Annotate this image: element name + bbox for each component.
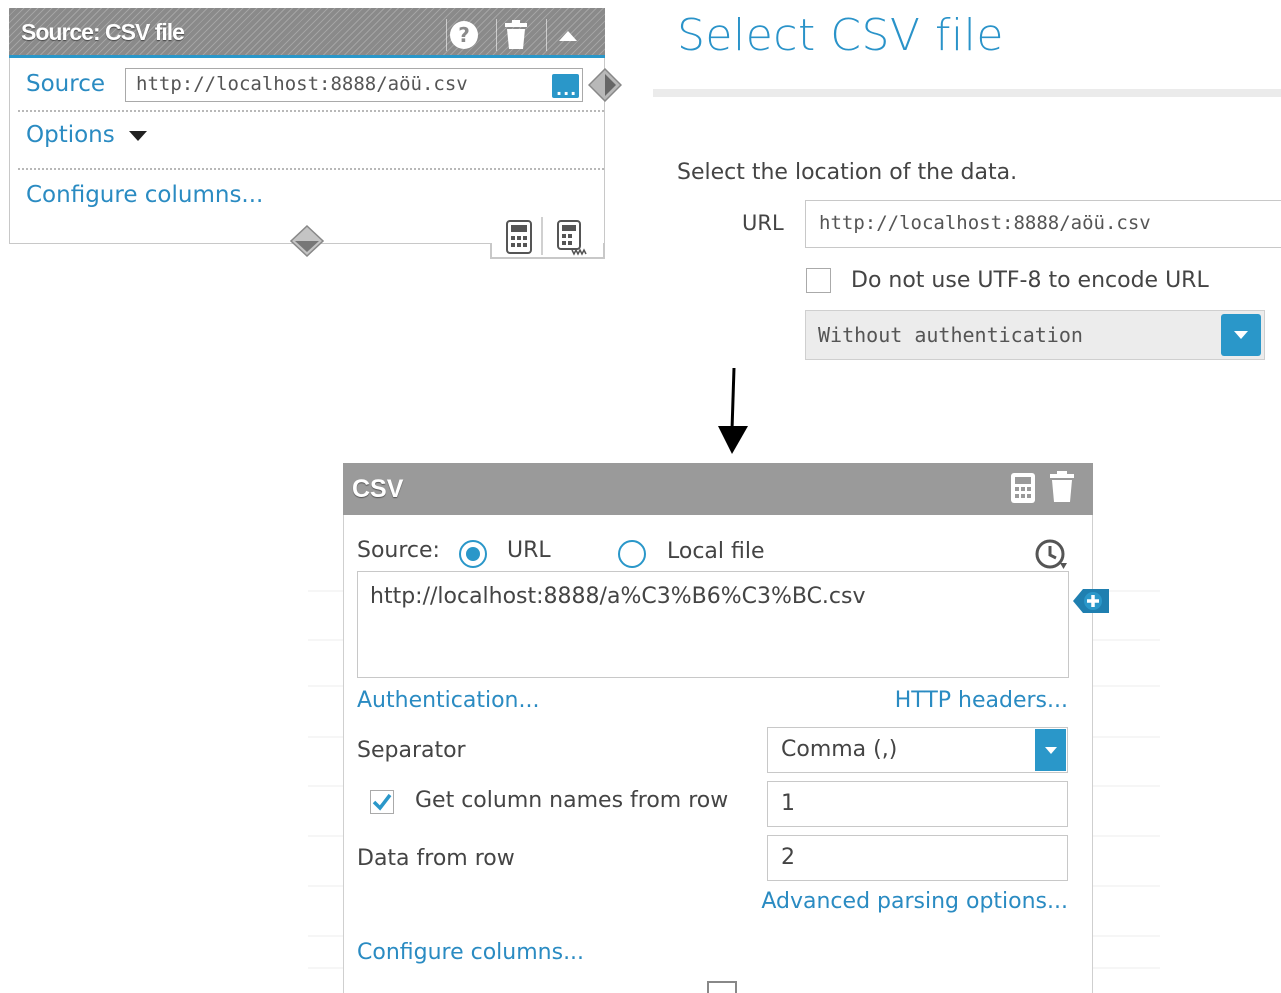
old-csv-source-widget: Source: CSV file ? Source http://localho… — [9, 8, 605, 259]
old-widget-title: Source: CSV file — [21, 19, 185, 45]
old-configure-columns-link[interactable]: Configure columns... — [26, 182, 263, 208]
csv-widget-body: Source: URL Local file http://localhost:… — [343, 515, 1093, 993]
csv-widget: CSV Source: URL Local file http://localh… — [343, 463, 1093, 993]
radio-url[interactable] — [459, 540, 487, 568]
dropdown-button[interactable] — [1035, 729, 1066, 771]
options-label: Options — [26, 122, 115, 148]
old-widget-header[interactable]: Source: CSV file ? — [9, 8, 605, 58]
input-connector-diamond[interactable] — [289, 224, 325, 258]
chevron-down-icon — [1234, 331, 1248, 339]
separator-label: Separator — [357, 738, 466, 763]
dialog-subtitle: Select the location of the data. — [677, 160, 1018, 185]
dialog-divider — [653, 89, 1281, 97]
advanced-parsing-link[interactable]: Advanced parsing options... — [761, 889, 1068, 914]
footer-separator — [541, 217, 543, 255]
separator-select[interactable]: Comma (,) — [767, 727, 1068, 773]
radio-url-label[interactable]: URL — [507, 538, 551, 563]
csv-widget-title: CSV — [352, 475, 404, 503]
column-names-row-input[interactable]: 1 — [767, 781, 1068, 827]
source-label: Source: — [357, 538, 440, 563]
dotted-divider — [18, 168, 604, 170]
svg-text:?: ? — [458, 23, 470, 47]
check-icon — [372, 793, 392, 811]
dropdown-button[interactable] — [1221, 314, 1261, 356]
trash-icon[interactable] — [1049, 471, 1075, 503]
calculator-icon[interactable] — [505, 220, 533, 254]
calculator-data-icon[interactable] — [556, 220, 588, 256]
authentication-select[interactable]: Without authentication — [805, 310, 1265, 360]
down-arrow-icon — [714, 366, 754, 458]
radio-local-file-label[interactable]: Local file — [667, 539, 765, 564]
separator-select-value: Comma (,) — [781, 737, 898, 762]
history-icon[interactable] — [1034, 537, 1070, 573]
old-source-label[interactable]: Source — [26, 71, 105, 97]
help-icon[interactable]: ? — [447, 18, 481, 52]
dialog-title: Select CSV file — [677, 10, 1004, 61]
calculator-icon[interactable] — [1010, 472, 1036, 504]
column-names-checkbox-label[interactable]: Get column names from row — [415, 788, 728, 813]
bottom-connector[interactable] — [707, 981, 737, 993]
url-label: URL — [742, 211, 784, 235]
utf8-checkbox-label[interactable]: Do not use UTF-8 to encode URL — [851, 268, 1209, 293]
data-from-row-label: Data from row — [357, 846, 515, 871]
authentication-link[interactable]: Authentication... — [357, 688, 539, 713]
chevron-down-icon — [1044, 746, 1057, 754]
header-separator — [546, 19, 547, 51]
utf8-checkbox[interactable] — [806, 268, 831, 293]
dotted-divider — [18, 110, 604, 112]
csv-widget-header[interactable]: CSV — [343, 463, 1093, 515]
output-connector-diamond[interactable] — [587, 67, 623, 103]
authentication-select-value: Without authentication — [818, 323, 1083, 347]
column-names-checkbox[interactable] — [370, 790, 394, 814]
configure-columns-link[interactable]: Configure columns... — [357, 940, 584, 965]
caret-down-icon — [129, 131, 148, 141]
add-connector-icon[interactable] — [1071, 583, 1111, 619]
data-from-row-input[interactable]: 2 — [767, 835, 1068, 881]
url-input[interactable]: http://localhost:8888/aöü.csv — [805, 200, 1281, 248]
browse-button[interactable]: ... — [552, 74, 579, 99]
http-headers-link[interactable]: HTTP headers... — [895, 688, 1068, 713]
old-widget-body: Source http://localhost:8888/aöü.csv ...… — [9, 58, 605, 243]
old-source-input[interactable]: http://localhost:8888/aöü.csv — [125, 68, 583, 102]
radio-local-file[interactable] — [618, 540, 646, 568]
options-toggle[interactable]: Options — [26, 122, 148, 148]
collapse-up-icon[interactable] — [551, 18, 585, 52]
header-separator — [496, 19, 497, 51]
trash-icon[interactable] — [499, 18, 533, 52]
browse-button-label: ... — [556, 80, 578, 99]
url-textarea[interactable]: http://localhost:8888/a%C3%B6%C3%BC.csv — [357, 571, 1069, 678]
